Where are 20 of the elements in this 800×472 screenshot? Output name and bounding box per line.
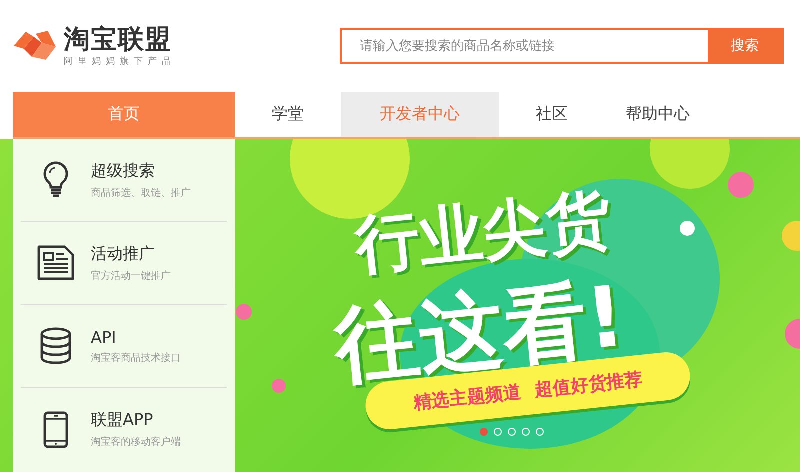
sidebar-item-title[interactable]: 联盟APP xyxy=(91,410,181,431)
nav-tab[interactable]: 社区 xyxy=(499,92,605,137)
tablet-icon xyxy=(43,410,69,448)
nav-tab[interactable]: 学堂 xyxy=(235,92,341,137)
sidebar-item-title[interactable]: 活动推广 xyxy=(91,244,171,264)
sidebar-item-subtitle: 淘宝客的移动客户端 xyxy=(91,436,181,449)
nav-tab[interactable]: 帮助中心 xyxy=(605,92,711,137)
sidebar-item-subtitle: 淘宝客商品技术接口 xyxy=(91,352,181,364)
logo-icon xyxy=(12,29,58,63)
lightbulb-icon xyxy=(41,160,71,200)
sidebar-item-title[interactable]: API xyxy=(91,328,181,346)
database-icon xyxy=(39,327,73,365)
logo-name: 淘宝联盟 xyxy=(64,24,173,54)
document-icon xyxy=(37,245,75,281)
logo-tagline: 阿里妈妈旗下产品 xyxy=(64,56,176,68)
sidebar-item-title[interactable]: 超级搜索 xyxy=(91,160,191,182)
banner-tagline: 精选主题频道 xyxy=(412,382,522,415)
banner-tagline: 超值好货推荐 xyxy=(534,368,644,402)
sidebar-item-subtitle: 官方活动一键推广 xyxy=(91,270,171,282)
sidebar-item-subtitle: 商品筛选、取链、推广 xyxy=(91,186,191,200)
